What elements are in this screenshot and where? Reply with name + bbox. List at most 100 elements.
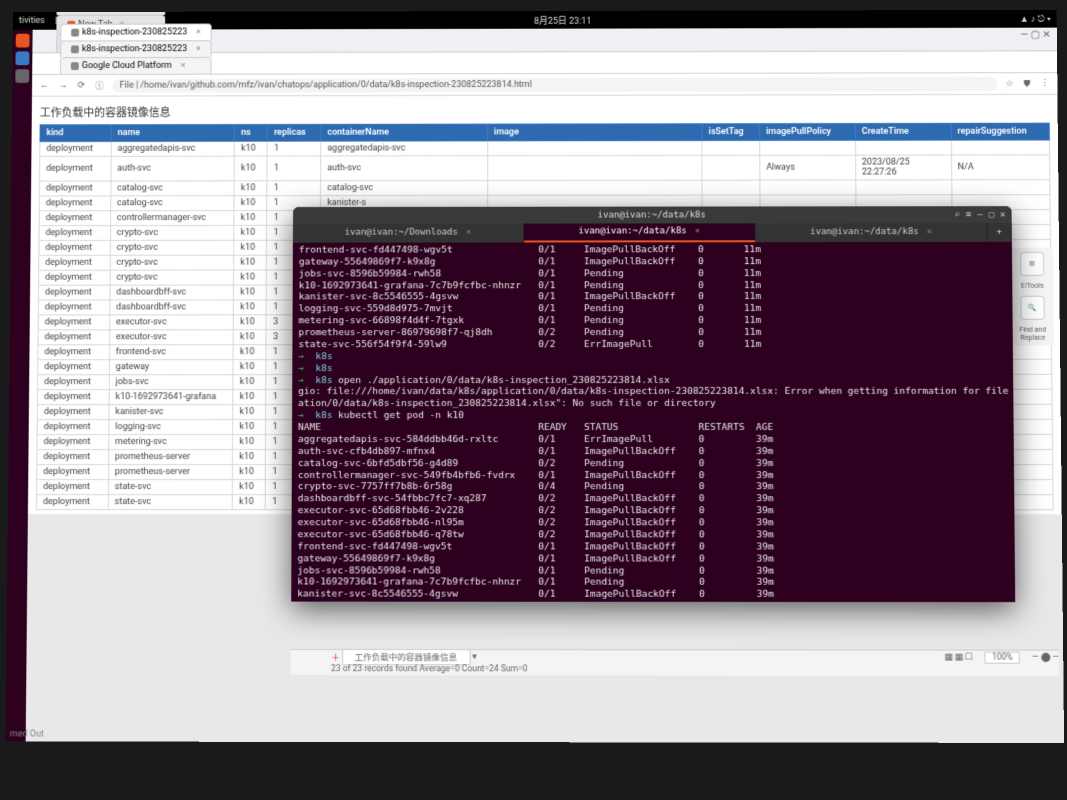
terminal-titlebar[interactable]: ivan@ivan:~/data/k8s ⌕ ≡ — ▢ ✕ — [293, 206, 1012, 224]
table-cell: k10 — [233, 345, 266, 360]
table-cell: dashboardbff-svc — [110, 285, 234, 300]
close-tab-icon[interactable]: × — [695, 227, 700, 237]
table-cell: k10 — [234, 211, 267, 226]
page-title: 工作负载中的容器镜像信息 — [40, 99, 1050, 124]
table-cell — [856, 180, 952, 195]
terminal-tab[interactable]: ivan@ivan:~/Downloads× — [293, 224, 524, 243]
close-tab-icon[interactable]: × — [466, 228, 471, 238]
table-cell: crypto-svc — [110, 255, 234, 270]
tab-label: k8s-inspection-230825223 — [82, 27, 187, 37]
column-header[interactable]: ns — [235, 124, 268, 141]
table-cell: crypto-svc — [110, 240, 234, 255]
minimize-icon[interactable]: — — [977, 210, 983, 220]
table-cell: deployment — [39, 270, 111, 285]
zoomed-out-label: med Out — [10, 729, 44, 739]
menu-icon[interactable]: ⋮ — [1038, 79, 1051, 89]
table-cell: k10 — [232, 495, 265, 510]
terminal-body[interactable]: frontend-svc-fd447498-wgv5t 0/1 ImagePul… — [291, 242, 1015, 602]
window-controls[interactable]: — ▢ ✕ — [1020, 30, 1051, 41]
table-cell: deployment — [37, 450, 109, 465]
close-tab-icon[interactable]: × — [196, 44, 201, 54]
table-cell — [951, 140, 1050, 155]
column-header[interactable]: containerName — [321, 124, 488, 141]
zoom-slider[interactable]: — ⬤ — — [1032, 652, 1059, 662]
table-cell: catalog-svc — [111, 181, 235, 196]
table-row[interactable]: deploymentaggregatedapis-svck101aggregat… — [40, 140, 1050, 156]
table-cell: Always — [760, 155, 856, 180]
column-header[interactable]: isSetTag — [702, 124, 760, 141]
page-tab[interactable]: Google Cloud Platform× — [60, 57, 212, 74]
sys-tray[interactable]: ▲ ♪ ⎋ ▾ — [1020, 13, 1051, 24]
dock-app-icon[interactable] — [15, 69, 29, 83]
table-cell: k10 — [234, 196, 267, 211]
table-cell: k10 — [234, 156, 267, 181]
table-cell: k10 — [234, 300, 267, 315]
close-tab-icon[interactable]: × — [196, 27, 201, 37]
table-cell: prometheus-server — [108, 465, 232, 480]
clock[interactable]: 8月25日 23:11 — [534, 13, 591, 26]
terminal-tab[interactable]: ivan@ivan:~/data/k8s× — [524, 223, 756, 242]
page-tab[interactable]: k8s-inspection-230825223× — [60, 40, 212, 57]
table-cell: controllermanager-svc — [110, 211, 234, 226]
page-tab[interactable]: k8s-inspection-230825223 × — [60, 23, 212, 40]
table-cell — [855, 140, 951, 155]
dock-firefox-icon[interactable] — [16, 34, 30, 48]
table-cell: deployment — [39, 181, 110, 196]
column-header[interactable]: image — [488, 124, 703, 141]
shield-icon[interactable]: ⛊ — [1022, 79, 1033, 89]
table-cell: jobs-svc — [109, 375, 233, 390]
column-header[interactable]: replicas — [268, 124, 321, 141]
activities-label[interactable]: tivities — [19, 16, 45, 26]
column-header[interactable]: repairSuggestion — [951, 123, 1050, 140]
new-terminal-tab[interactable]: + — [988, 223, 1012, 242]
table-cell: k10 — [233, 405, 266, 420]
table-cell: deployment — [40, 141, 111, 156]
table-cell: k10 — [233, 450, 266, 465]
table-cell: prometheus-server — [108, 450, 232, 465]
table-cell: 1 — [267, 181, 320, 196]
table-cell: deployment — [39, 211, 110, 226]
forward-icon[interactable]: → — [57, 80, 70, 91]
table-cell: deployment — [39, 226, 110, 241]
eltools-button[interactable]: ⚙ — [1020, 252, 1044, 276]
spreadsheet-status: ＋ 工作负载中的容器镜像信息 ▾ ▦ ▦ ☐ 100% — ⬤ — 23 of … — [291, 649, 1059, 676]
dock-files-icon[interactable] — [15, 51, 29, 65]
menu-icon[interactable]: ≡ — [966, 210, 972, 220]
terminal-tab[interactable]: ivan@ivan:~/data/k8s × — [756, 223, 988, 242]
table-cell: 1 — [267, 141, 320, 156]
add-sheet-icon[interactable]: ＋ — [331, 650, 340, 662]
table-cell: k10 — [233, 480, 266, 495]
table-cell: k10 — [234, 240, 267, 255]
column-header[interactable]: CreateTime — [855, 123, 951, 140]
table-cell: k10 — [233, 435, 266, 450]
table-cell: k10 — [234, 285, 267, 300]
column-header[interactable]: name — [111, 124, 235, 141]
find-replace-button[interactable]: 🔍 — [1020, 296, 1044, 320]
sheet-menu-icon[interactable]: ▾ — [472, 652, 476, 662]
table-cell: k10 — [233, 420, 266, 435]
back-icon[interactable]: ← — [38, 80, 51, 91]
grid-view-icon[interactable]: ▦ ▦ ☐ — [945, 652, 973, 662]
sheet-tab[interactable]: 工作负载中的容器镜像信息 — [342, 648, 471, 664]
table-cell: deployment — [38, 375, 110, 390]
column-header[interactable]: kind — [40, 125, 111, 142]
terminal-tab-label: ivan@ivan:~/data/k8s — [810, 228, 918, 238]
reload-icon[interactable]: ⟳ — [76, 80, 88, 90]
table-row[interactable]: deploymentcatalog-svck101catalog-svc — [39, 180, 1050, 196]
table-cell: gateway — [109, 360, 233, 375]
close-icon[interactable]: ✕ — [1000, 210, 1006, 220]
close-tab-icon[interactable]: × — [181, 61, 186, 71]
table-cell: auth-svc — [111, 156, 235, 181]
maximize-icon[interactable]: ▢ — [989, 210, 995, 220]
close-tab-icon[interactable]: × — [927, 228, 933, 238]
table-cell: k10-1692973641-grafana — [109, 390, 233, 405]
table-cell: kanister-svc — [109, 405, 233, 420]
star-icon[interactable]: ☆ — [1004, 79, 1016, 89]
search-icon[interactable]: ⌕ — [954, 210, 960, 220]
table-row[interactable]: deploymentauth-svck101auth-svcAlways2023… — [40, 155, 1050, 181]
column-header[interactable]: imagePullPolicy — [760, 123, 856, 140]
spreadsheet-sidebar: ⚙ ElTools 🔍 Find and Replace — [1011, 248, 1054, 346]
url-input[interactable]: File | /home/ivan/github.com/mfz/ivan/ch… — [112, 77, 998, 92]
table-cell — [702, 155, 760, 180]
zoom-label[interactable]: 100% — [985, 651, 1020, 663]
